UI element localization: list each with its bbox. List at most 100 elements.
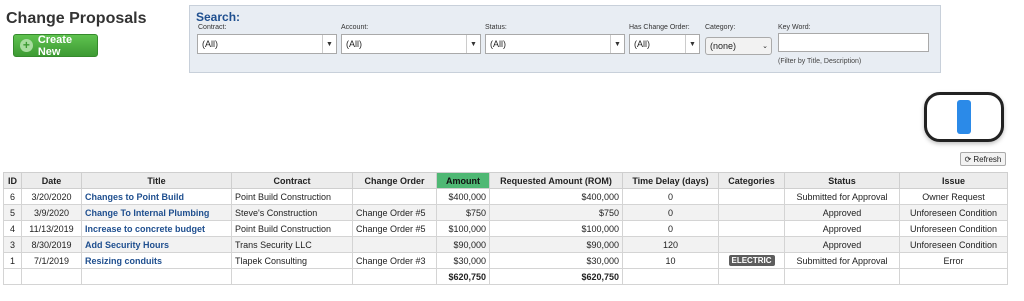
cell-contract: Point Build Construction <box>231 188 353 205</box>
cell-change-order <box>352 188 437 205</box>
cell-title-link[interactable]: Add Security Hours <box>81 236 232 253</box>
table-row[interactable]: 3 8/30/2019 Add Security Hours Trans Sec… <box>3 236 1008 253</box>
mobile-device-badge[interactable] <box>924 92 1004 142</box>
table-row[interactable]: 6 3/20/2020 Changes to Point Build Point… <box>3 188 1008 205</box>
cell-date: 11/13/2019 <box>21 220 82 237</box>
total-amount: $620,750 <box>436 268 490 285</box>
cell-id: 1 <box>3 252 22 269</box>
cell-issue: Unforeseen Condition <box>899 220 1008 237</box>
cell-amount: $90,000 <box>436 236 490 253</box>
chevron-down-icon: ▼ <box>322 35 336 53</box>
keyword-input[interactable] <box>778 33 929 52</box>
cell-status: Submitted for Approval <box>784 188 900 205</box>
col-header-time-delay[interactable]: Time Delay (days) <box>622 172 719 189</box>
cell-title-link[interactable]: Changes to Point Build <box>81 188 232 205</box>
account-select[interactable]: (All) ▼ <box>341 34 481 54</box>
category-value: (none) <box>710 41 737 51</box>
cell-categories: ELECTRIC <box>718 252 785 269</box>
col-header-issue[interactable]: Issue <box>899 172 1008 189</box>
category-tag: ELECTRIC <box>728 255 775 266</box>
has-change-order-label: Has Change Order: <box>629 24 690 31</box>
cell-title-link[interactable]: Increase to concrete budget <box>81 220 232 237</box>
cell-requested-amount: $100,000 <box>489 220 623 237</box>
cell-status: Approved <box>784 220 900 237</box>
table-row[interactable]: 4 11/13/2019 Increase to concrete budget… <box>3 220 1008 237</box>
cell-contract: Steve's Construction <box>231 204 353 221</box>
search-panel: Search: Contract: (All) ▼ Account: (All)… <box>189 5 941 73</box>
cell-categories <box>718 220 785 237</box>
cell-requested-amount: $30,000 <box>489 252 623 269</box>
col-header-contract[interactable]: Contract <box>231 172 353 189</box>
cell-time-delay: 0 <box>622 188 719 205</box>
col-header-status[interactable]: Status <box>784 172 900 189</box>
cell-time-delay: 0 <box>622 220 719 237</box>
cell-categories <box>718 204 785 221</box>
cell-contract: Point Build Construction <box>231 220 353 237</box>
cell-requested-amount: $400,000 <box>489 188 623 205</box>
cell-amount: $750 <box>436 204 490 221</box>
cell-status: Approved <box>784 204 900 221</box>
cell-time-delay: 120 <box>622 236 719 253</box>
cell-issue: Unforeseen Condition <box>899 236 1008 253</box>
cell-contract: Tlapek Consulting <box>231 252 353 269</box>
create-new-button[interactable]: + Create New <box>13 33 98 58</box>
col-header-requested-amount[interactable]: Requested Amount (ROM) <box>489 172 623 189</box>
col-header-id[interactable]: ID <box>3 172 22 189</box>
contract-select[interactable]: (All) ▼ <box>197 34 337 54</box>
status-select[interactable]: (All) ▼ <box>485 34 625 54</box>
cell-date: 7/1/2019 <box>21 252 82 269</box>
cell-change-order <box>352 236 437 253</box>
cell-change-order: Change Order #5 <box>352 204 437 221</box>
cell-id: 3 <box>3 236 22 253</box>
table-row[interactable]: 5 3/9/2020 Change To Internal Plumbing S… <box>3 204 1008 221</box>
total-requested-amount: $620,750 <box>489 268 623 285</box>
has-change-order-value: (All) <box>634 39 650 49</box>
status-label: Status: <box>485 24 507 31</box>
col-header-title[interactable]: Title <box>81 172 232 189</box>
cell-amount: $100,000 <box>436 220 490 237</box>
keyword-label: Key Word: <box>778 24 811 31</box>
totals-row: $620,750 $620,750 <box>3 268 1008 285</box>
cell-title-link[interactable]: Resizing conduits <box>81 252 232 269</box>
cell-date: 3/20/2020 <box>21 188 82 205</box>
cell-title-link[interactable]: Change To Internal Plumbing <box>81 204 232 221</box>
chevron-down-icon: ⌄ <box>762 43 768 50</box>
page-title: Change Proposals <box>6 10 147 27</box>
cell-time-delay: 0 <box>622 204 719 221</box>
has-change-order-select[interactable]: (All) ▼ <box>629 34 700 54</box>
refresh-icon: ⟳ <box>964 154 972 164</box>
col-header-amount[interactable]: Amount <box>436 172 490 189</box>
cell-issue: Unforeseen Condition <box>899 204 1008 221</box>
cell-date: 3/9/2020 <box>21 204 82 221</box>
create-new-label: Create New <box>37 33 73 58</box>
change-proposals-table: ID Date Title Contract Change Order Amou… <box>3 172 1008 285</box>
table-row[interactable]: 1 7/1/2019 Resizing conduits Tlapek Cons… <box>3 252 1008 269</box>
keyword-hint: (Filter by Title, Description) <box>778 58 862 65</box>
status-value: (All) <box>490 39 506 49</box>
cell-contract: Trans Security LLC <box>231 236 353 253</box>
phone-icon <box>957 100 971 134</box>
col-header-date[interactable]: Date <box>21 172 82 189</box>
table-header-row: ID Date Title Contract Change Order Amou… <box>3 172 1008 189</box>
cell-status: Submitted for Approval <box>784 252 900 269</box>
cell-id: 4 <box>3 220 22 237</box>
cell-requested-amount: $750 <box>489 204 623 221</box>
refresh-label: Refresh <box>973 154 1002 164</box>
col-header-categories[interactable]: Categories <box>718 172 785 189</box>
contract-label: Contract: <box>198 24 227 31</box>
cell-id: 5 <box>3 204 22 221</box>
col-header-change-order[interactable]: Change Order <box>352 172 437 189</box>
cell-amount: $30,000 <box>436 252 490 269</box>
search-title: Search: <box>196 10 241 24</box>
category-select[interactable]: (none) ⌄ <box>705 37 772 55</box>
chevron-down-icon: ▼ <box>610 35 624 53</box>
account-value: (All) <box>346 39 362 49</box>
category-label: Category: <box>705 24 736 31</box>
cell-status: Approved <box>784 236 900 253</box>
cell-date: 8/30/2019 <box>21 236 82 253</box>
cell-categories <box>718 236 785 253</box>
refresh-button[interactable]: ⟳ Refresh <box>960 152 1006 166</box>
account-label: Account: <box>341 24 369 31</box>
cell-change-order: Change Order #3 <box>352 252 437 269</box>
chevron-down-icon: ▼ <box>685 35 699 53</box>
